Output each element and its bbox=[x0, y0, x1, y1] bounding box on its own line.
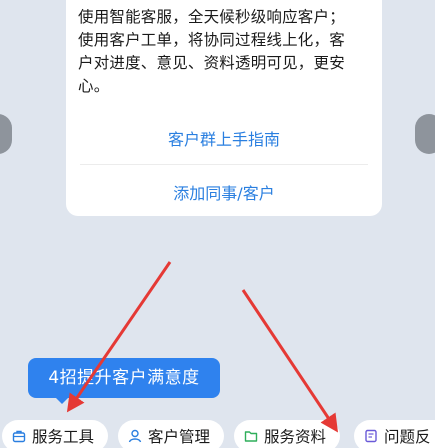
annotation-arrow-right bbox=[241, 289, 338, 433]
annotation-arrow-left bbox=[66, 261, 172, 413]
annotation-arrows bbox=[66, 261, 338, 433]
screenshot-stage: 使用智能客服，全天候秒级响应客户； 使用客户工单，将协同过程线上化，客 户对进度… bbox=[0, 0, 435, 448]
